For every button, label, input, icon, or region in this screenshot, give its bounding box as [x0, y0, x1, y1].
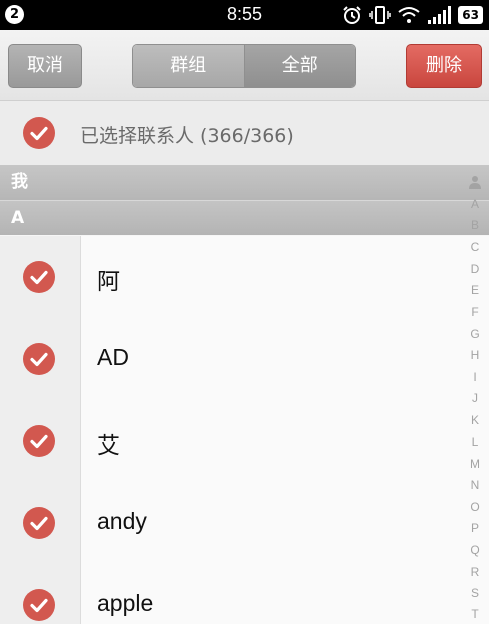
vibrate-icon — [369, 6, 392, 24]
index-letter[interactable]: C — [461, 240, 489, 254]
contact-name: 艾 — [97, 432, 120, 458]
delete-button[interactable]: 删除 — [406, 44, 482, 88]
contact-checkbox[interactable] — [23, 425, 55, 457]
contact-name: 阿 — [97, 268, 120, 294]
alphabet-index[interactable]: A B C D E F G H I J K L M N O P Q R S T — [461, 170, 489, 624]
index-letter[interactable]: J — [461, 391, 489, 405]
contact-checkbox[interactable] — [23, 343, 55, 375]
checkmark-icon — [30, 126, 48, 141]
selection-count-label: 已选择联系人 (366/366) — [80, 125, 294, 147]
list-item[interactable]: apple — [0, 564, 489, 624]
section-header-a: A — [0, 200, 489, 235]
list-item[interactable]: andy — [0, 482, 489, 565]
list-item[interactable]: 阿 — [0, 236, 489, 319]
index-letter[interactable]: G — [461, 327, 489, 341]
checkmark-icon — [30, 516, 48, 531]
cancel-button[interactable]: 取消 — [8, 44, 82, 88]
index-letter[interactable]: M — [461, 457, 489, 471]
battery-icon: 63 — [458, 6, 483, 24]
index-letter[interactable]: D — [461, 262, 489, 276]
select-all-checkbox[interactable] — [23, 117, 55, 149]
checkmark-icon — [30, 434, 48, 449]
index-letter[interactable]: Q — [461, 543, 489, 557]
status-bar: 2 8:55 63 — [0, 0, 489, 30]
signal-icon — [428, 6, 452, 24]
wifi-icon — [398, 7, 420, 23]
status-icons: 63 — [342, 4, 483, 26]
contact-checkbox[interactable] — [23, 589, 55, 621]
index-letter[interactable]: A — [461, 197, 489, 211]
segmented-control: 群组 全部 — [132, 44, 356, 88]
index-letter[interactable]: N — [461, 478, 489, 492]
index-letter[interactable]: P — [461, 521, 489, 535]
list-item[interactable]: 艾 — [0, 400, 489, 483]
selection-summary[interactable]: 已选择联系人 (366/366) — [0, 101, 489, 166]
index-letter[interactable]: H — [461, 348, 489, 362]
index-letter[interactable]: F — [461, 305, 489, 319]
alarm-icon — [343, 6, 362, 24]
checkmark-icon — [30, 270, 48, 285]
section-header-me: 我 — [0, 165, 489, 200]
index-letter[interactable]: E — [461, 283, 489, 297]
index-letter[interactable]: L — [461, 435, 489, 449]
tab-groups[interactable]: 群组 — [133, 45, 245, 87]
index-letter[interactable]: S — [461, 586, 489, 600]
person-icon[interactable] — [469, 175, 481, 189]
index-letter[interactable]: B — [461, 218, 489, 232]
contact-list[interactable]: 阿 AD 艾 andy apple — [0, 236, 489, 624]
index-letter[interactable]: O — [461, 500, 489, 514]
index-letter[interactable]: K — [461, 413, 489, 427]
index-letter[interactable]: T — [461, 607, 489, 621]
contact-checkbox[interactable] — [23, 507, 55, 539]
action-bar: 取消 群组 全部 删除 — [0, 30, 489, 101]
checkmark-icon — [30, 598, 48, 613]
index-letter[interactable]: R — [461, 565, 489, 579]
index-letter[interactable]: I — [461, 370, 489, 384]
contact-name: andy — [97, 508, 147, 534]
contact-name: apple — [97, 590, 154, 616]
checkmark-icon — [30, 352, 48, 367]
list-item[interactable]: AD — [0, 318, 489, 401]
tab-all[interactable]: 全部 — [244, 45, 355, 87]
contact-checkbox[interactable] — [23, 261, 55, 293]
contact-name: AD — [97, 344, 129, 370]
